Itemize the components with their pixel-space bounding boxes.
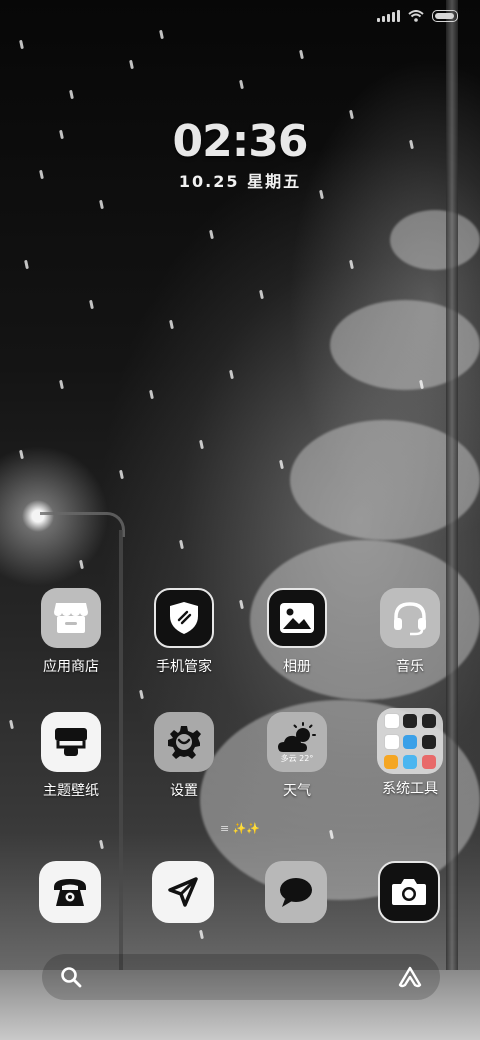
app-label: 天气	[283, 783, 311, 799]
app-label: 应用商店	[43, 659, 99, 675]
clock-date: 10.25 星期五	[178, 172, 302, 191]
message-icon	[265, 861, 327, 923]
clock-widget[interactable]: 02:36 10.25 星期五	[0, 118, 480, 192]
app-store-app[interactable]: 应用商店	[23, 588, 119, 676]
status-bar	[377, 10, 458, 22]
app-label: 系统工具	[382, 781, 438, 797]
navigation-icon	[152, 861, 214, 923]
assistant-icon[interactable]	[398, 966, 422, 988]
store-icon	[41, 588, 101, 648]
battery-icon	[432, 10, 458, 22]
dock-messages[interactable]	[248, 861, 344, 923]
app-label: 主题壁纸	[43, 783, 99, 799]
dock-navigation[interactable]	[135, 861, 231, 923]
music-app[interactable]: 音乐	[362, 588, 458, 676]
gear-icon	[154, 712, 214, 772]
image-icon	[267, 588, 327, 648]
phone-icon	[39, 861, 101, 923]
tools-folder[interactable]: 系统工具	[362, 708, 458, 798]
weather-app[interactable]: 多云 22° 天气	[249, 712, 345, 800]
wifi-icon	[408, 10, 424, 22]
security-app[interactable]: 手机管家	[136, 588, 232, 676]
paint-roller-icon	[41, 712, 101, 772]
camera-icon	[378, 861, 440, 923]
themes-app[interactable]: 主题壁纸	[23, 712, 119, 800]
page-indicator[interactable]: ≡ ✨✨	[0, 822, 480, 835]
dock-phone[interactable]	[22, 861, 118, 923]
clock-time: 02:36	[172, 116, 308, 167]
app-label: 音乐	[396, 659, 424, 675]
headphones-icon	[380, 588, 440, 648]
app-label: 手机管家	[156, 659, 212, 675]
gallery-app[interactable]: 相册	[249, 588, 345, 676]
settings-app[interactable]: 设置	[136, 712, 232, 800]
folder-icon	[377, 708, 443, 774]
cloud-sun-icon: 多云 22°	[267, 712, 327, 772]
app-label: 相册	[283, 659, 311, 675]
weather-condition: 多云	[280, 753, 297, 763]
app-label: 设置	[170, 783, 198, 799]
search-bar[interactable]	[42, 954, 440, 1000]
weather-temp: 22°	[299, 753, 314, 763]
dock-camera[interactable]	[361, 861, 457, 923]
shield-icon	[154, 588, 214, 648]
search-icon[interactable]	[60, 966, 82, 988]
signal-icon	[377, 10, 400, 22]
